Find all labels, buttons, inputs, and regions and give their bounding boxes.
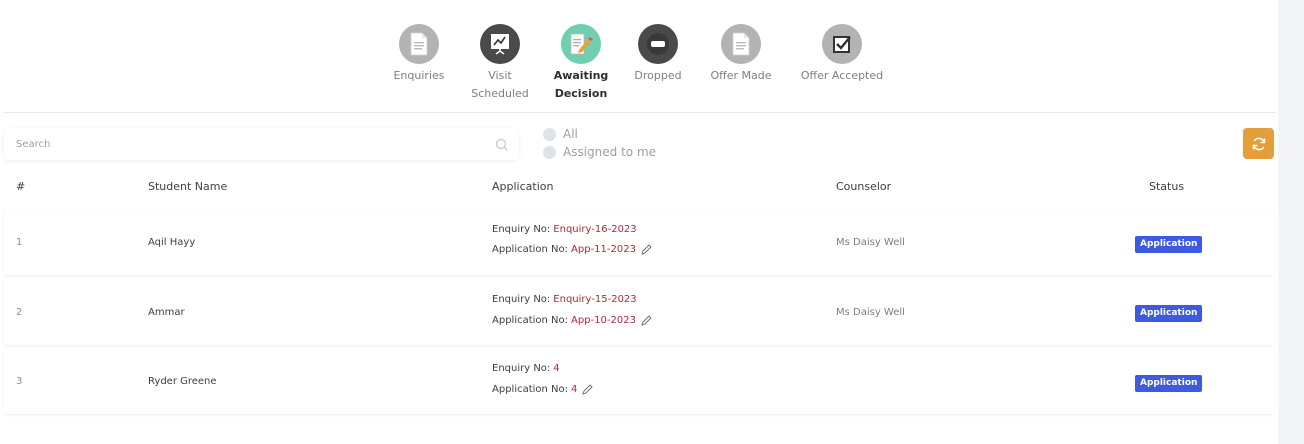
filter-all-label: All [563, 127, 578, 141]
document-icon [721, 24, 761, 64]
row-number: 2 [16, 307, 23, 318]
edit-pencil-icon[interactable] [641, 315, 652, 326]
page: Enquiries Visit Scheduled Awaiting Decisio… [0, 0, 1304, 444]
application-number: Application No: 4 [492, 384, 594, 395]
enquiry-number: Enquiry No: Enquiry-15-2023 [492, 294, 637, 305]
stage-tab-enquiries[interactable]: Enquiries [393, 24, 445, 85]
column-header-number: # [16, 180, 26, 193]
presentation-board-icon [480, 24, 520, 64]
stage-label: Offer Accepted [800, 69, 884, 82]
student-name: Ammar [148, 307, 185, 318]
search-icon[interactable] [495, 137, 509, 156]
minus-circle-icon [638, 24, 678, 64]
stage-tab-dropped[interactable]: Dropped [630, 24, 686, 85]
stage-tab-visit-scheduled[interactable]: Visit Scheduled [466, 24, 534, 103]
search-input[interactable] [4, 128, 474, 160]
stage-label: Awaiting Decision [553, 69, 609, 100]
status-badge: Application [1135, 305, 1203, 322]
student-name: Aqil Hayy [148, 237, 196, 248]
stage-label: Offer Made [710, 69, 772, 82]
column-header-status: Status [1149, 180, 1185, 193]
divider [3, 112, 1276, 113]
radio-button[interactable] [543, 145, 556, 159]
row-number: 1 [16, 237, 23, 248]
refresh-button[interactable] [1243, 128, 1274, 159]
table-row[interactable]: 3 Ryder Greene Enquiry No: 4 Application … [4, 348, 1274, 414]
stage-label: Visit Scheduled [471, 69, 529, 100]
edit-pencil-icon[interactable] [641, 244, 652, 255]
stage-tab-awaiting-decision[interactable]: Awaiting Decision [553, 24, 609, 103]
stage-tab-offer-made[interactable]: Offer Made [707, 24, 775, 85]
enquiry-number: Enquiry No: Enquiry-16-2023 [492, 224, 637, 235]
student-name: Ryder Greene [148, 376, 217, 387]
vertical-scrollbar[interactable] [1278, 0, 1304, 444]
column-header-student-name: Student Name [148, 180, 228, 193]
filter-assigned-radio[interactable]: Assigned to me [543, 145, 656, 159]
row-number: 3 [16, 376, 23, 387]
application-number: Application No: App-10-2023 [492, 315, 652, 326]
radio-button[interactable] [543, 127, 556, 141]
enquiry-number: Enquiry No: 4 [492, 363, 560, 374]
search-box [4, 128, 519, 160]
checkbox-icon [822, 24, 862, 64]
stage-label: Dropped [634, 69, 682, 82]
document-icon [399, 24, 439, 64]
refresh-icon [1252, 137, 1265, 150]
filter-assigned-label: Assigned to me [563, 145, 657, 159]
filter-all-radio[interactable]: All [543, 127, 578, 141]
counselor-name: Ms Daisy Well [836, 237, 905, 248]
status-badge: Application [1135, 375, 1203, 392]
stage-label: Enquiries [393, 69, 445, 82]
stage-tab-offer-accepted[interactable]: Offer Accepted [796, 24, 888, 85]
status-badge: Application [1135, 236, 1203, 253]
application-number: Application No: App-11-2023 [492, 244, 652, 255]
table-row[interactable]: 2 Ammar Enquiry No: Enquiry-15-2023 Appli… [4, 279, 1274, 345]
table-row[interactable]: 1 Aqil Hayy Enquiry No: Enquiry-16-2023 A… [4, 209, 1274, 275]
counselor-name: Ms Daisy Well [836, 307, 905, 318]
column-header-application: Application [492, 180, 554, 193]
column-header-counselor: Counselor [836, 180, 892, 193]
document-edit-icon [561, 24, 601, 64]
edit-pencil-icon[interactable] [582, 384, 594, 395]
